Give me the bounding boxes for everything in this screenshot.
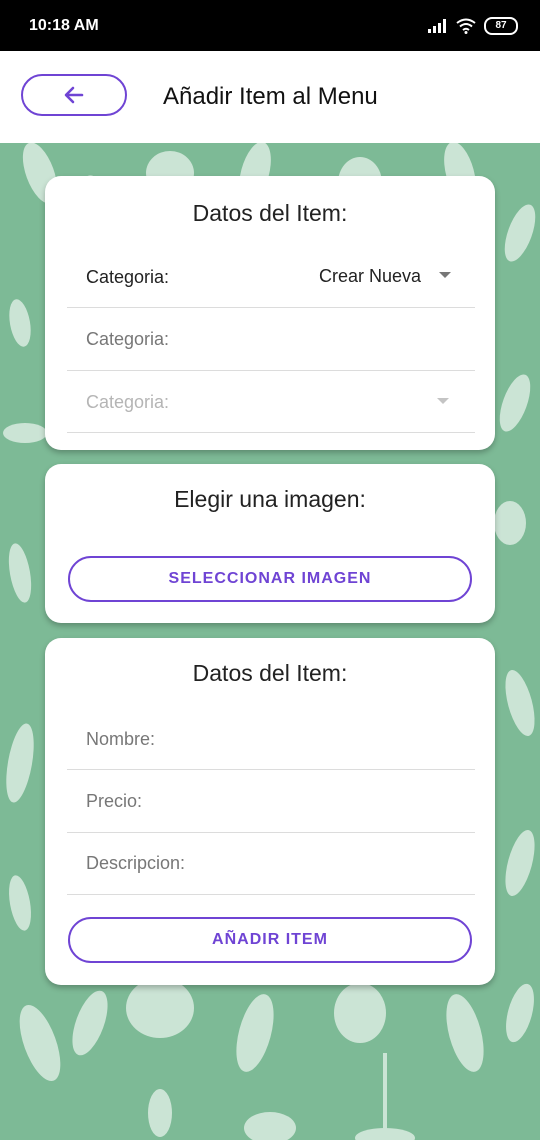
- new-category-placeholder: Categoria:: [86, 329, 170, 349]
- divider: [67, 894, 475, 895]
- price-placeholder: Precio:: [86, 791, 143, 811]
- new-category-input[interactable]: Categoria:: [67, 316, 475, 368]
- status-time: 10:18 AM: [29, 17, 99, 34]
- item-card-title: Datos del Item:: [192, 660, 348, 686]
- battery-icon: 87: [484, 17, 518, 35]
- divider: [67, 307, 475, 308]
- price-input[interactable]: Precio:: [67, 780, 475, 830]
- description-placeholder: Descripcion:: [86, 853, 186, 873]
- category-card: Datos del Item: Categoria: Crear Nueva C…: [45, 176, 495, 450]
- category-select[interactable]: Categoria:: [67, 378, 475, 430]
- page-title: Añadir Item al Menu: [163, 83, 378, 110]
- divider: [67, 432, 475, 433]
- wifi-icon: [456, 18, 476, 34]
- chevron-down-icon: [439, 272, 451, 278]
- select-image-button[interactable]: SELECCIONAR IMAGEN: [68, 556, 472, 602]
- status-icons: 87: [428, 16, 518, 36]
- divider: [67, 832, 475, 833]
- category-dropdown[interactable]: Crear Nueva: [317, 264, 457, 290]
- category-card-title: Datos del Item:: [192, 200, 348, 226]
- add-item-button[interactable]: AÑADIR ITEM: [68, 917, 472, 963]
- image-card-title: Elegir una imagen:: [174, 486, 366, 512]
- image-card: Elegir una imagen: SELECCIONAR IMAGEN: [45, 464, 495, 623]
- category-dropdown-value: Crear Nueva: [319, 266, 422, 286]
- description-input[interactable]: Descripcion:: [67, 842, 475, 892]
- category-label: Categoria:: [86, 267, 170, 287]
- divider: [67, 769, 475, 770]
- category-select-placeholder: Categoria:: [86, 392, 170, 412]
- item-card: Datos del Item: Nombre: Precio: Descripc…: [45, 638, 495, 985]
- divider: [67, 370, 475, 371]
- app-bar: Añadir Item al Menu: [0, 51, 540, 143]
- signal-icon: [428, 19, 446, 33]
- arrow-left-icon: [64, 86, 84, 104]
- status-bar: 10:18 AM 87: [0, 0, 540, 51]
- name-placeholder: Nombre:: [86, 729, 156, 749]
- back-button[interactable]: [21, 74, 127, 116]
- chevron-down-icon: [437, 398, 449, 404]
- name-input[interactable]: Nombre:: [67, 718, 475, 768]
- battery-level: 87: [495, 20, 507, 31]
